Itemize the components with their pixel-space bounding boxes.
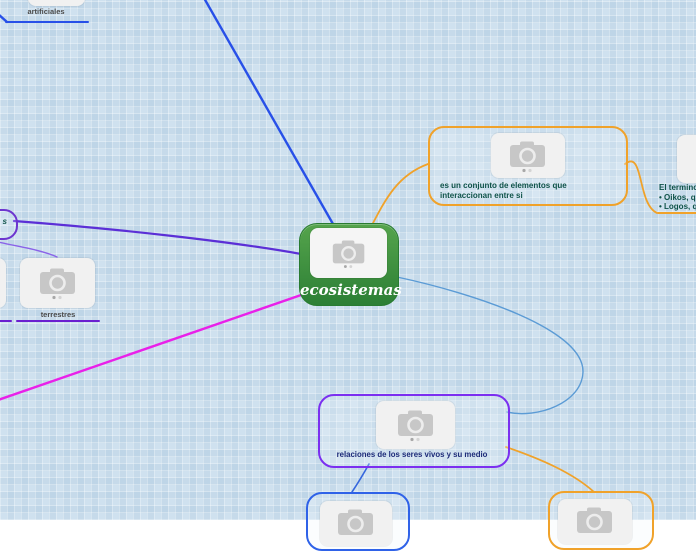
camera-icon	[577, 507, 612, 533]
topic-underline	[16, 320, 100, 322]
mindmap-canvas[interactable]: artificiales s terrestres ecosistemas es…	[0, 0, 696, 551]
camera-icon	[338, 509, 373, 535]
etymology-line: • Logos, que	[659, 202, 696, 211]
image-placeholder[interactable]	[677, 135, 696, 183]
image-placeholder[interactable]	[28, 0, 85, 6]
etymology-line: • Oikos, que	[659, 192, 696, 202]
image-placeholder[interactable]	[376, 401, 455, 449]
node-label: ecosistemas	[300, 281, 402, 299]
link-relations-to-bottom-right	[505, 446, 595, 493]
node-label: es un conjunto de elementos que interacc…	[440, 181, 567, 200]
link-to-terrestres	[0, 241, 58, 258]
node-label: artificiales	[27, 7, 65, 16]
node-label: El termino E • Oikos, que • Logos, que	[659, 183, 696, 212]
node-center-ecosistemas[interactable]: ecosistemas	[299, 223, 402, 306]
link-top-to-center	[203, 0, 335, 226]
camera-icon	[332, 239, 364, 268]
link-definition-to-etymology	[624, 160, 658, 214]
node-label: relaciones de los seres vivos y su medio	[336, 450, 488, 459]
link-center-to-definition	[370, 163, 429, 228]
camera-icon	[397, 410, 433, 442]
topic-underline	[5, 21, 89, 23]
image-placeholder[interactable]	[310, 228, 387, 278]
node-label: terrestres	[40, 310, 76, 319]
topic-underline	[657, 212, 696, 214]
camera-icon	[510, 141, 545, 172]
link-relations-to-bottom-center	[351, 463, 370, 493]
image-placeholder[interactable]	[20, 258, 95, 308]
etymology-line: El termino E	[659, 183, 696, 192]
topic-underline	[0, 320, 12, 322]
link-pill-to-center	[12, 219, 303, 256]
camera-icon	[39, 268, 75, 300]
image-placeholder[interactable]	[0, 258, 6, 308]
image-placeholder[interactable]	[491, 133, 565, 178]
image-placeholder[interactable]	[320, 501, 392, 546]
image-placeholder[interactable]	[558, 499, 632, 544]
node-label: s	[2, 217, 7, 226]
